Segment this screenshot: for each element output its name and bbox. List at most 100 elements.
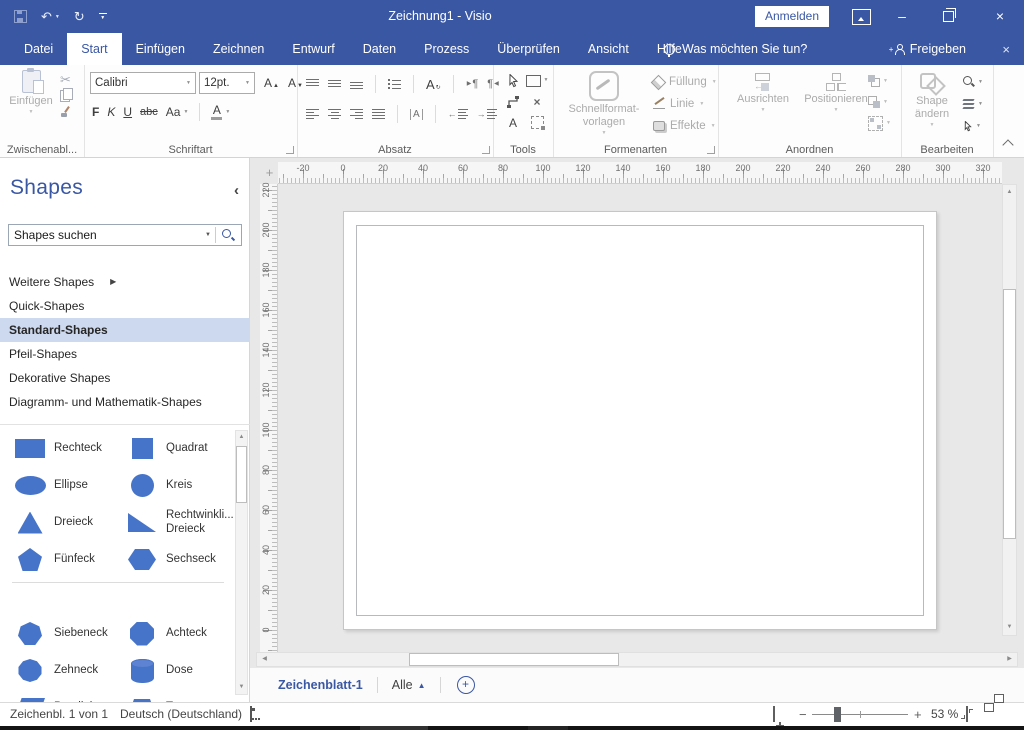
connection-point-tool-icon[interactable]: × [533, 96, 540, 108]
paste-button[interactable]: Einfügen ▼ [6, 70, 56, 115]
stencil-section-diagramm-und-mathematik-shapes[interactable]: Diagramm- und Mathematik-Shapes [0, 390, 250, 414]
tab-ansicht[interactable]: Ansicht [574, 33, 643, 65]
share-button[interactable]: + Freigeben [894, 33, 966, 65]
shapes-search-input[interactable] [9, 228, 201, 242]
shape-item-square[interactable]: Quadrat [118, 430, 230, 467]
align-middle-icon[interactable] [328, 79, 341, 89]
change-case-button[interactable]: Aa▼ [166, 106, 189, 118]
grow-font-button[interactable]: A▲ [264, 77, 279, 89]
position-button[interactable]: Positionieren ▼ [798, 73, 874, 113]
shape-item-octagon[interactable]: Achteck [118, 615, 230, 652]
tab-datei[interactable]: Datei [10, 33, 67, 65]
align-bottom-icon[interactable] [350, 79, 363, 89]
panel-scrollbar[interactable]: ▲ ▼ [235, 430, 248, 695]
text-tool-icon[interactable]: A [509, 117, 517, 129]
text-direction-ltr-icon[interactable]: ▶¶ [466, 79, 479, 90]
undo-button[interactable]: ↶ ▼ [41, 10, 60, 23]
tab-entwurf[interactable]: Entwurf [278, 33, 348, 65]
align-justify-icon[interactable] [372, 109, 385, 119]
collapse-ribbon-icon[interactable] [1002, 139, 1013, 150]
tab-daten[interactable]: Daten [349, 33, 410, 65]
font-color-button[interactable]: A ▼ [211, 104, 230, 120]
format-painter-icon[interactable] [60, 106, 72, 118]
fit-page-button[interactable] [966, 703, 968, 726]
tab-überprüfen[interactable]: Überprüfen [483, 33, 574, 65]
tabrow-close-icon[interactable]: × [1002, 33, 1010, 65]
align-left-icon[interactable] [306, 109, 319, 119]
select-button[interactable]: ▼ [963, 118, 983, 134]
vertical-text-icon[interactable]: A [410, 109, 423, 120]
stencil-section-standard-shapes[interactable]: Standard-Shapes [0, 318, 250, 342]
decrease-indent-icon[interactable]: ← [448, 109, 468, 119]
customize-qat-button[interactable]: ▼ [99, 13, 107, 21]
shape-item-cylinder[interactable]: Dose [118, 652, 230, 689]
panel-scrollbar-thumb[interactable] [236, 446, 247, 503]
shape-item-triangle[interactable]: Dreieck [6, 504, 118, 541]
tab-start[interactable]: Start [67, 33, 121, 65]
horizontal-scrollbar[interactable]: ◀ ▶ [256, 652, 1018, 667]
tab-prozess[interactable]: Prozess [410, 33, 483, 65]
scroll-down-icon[interactable]: ▼ [1003, 620, 1016, 635]
shape-item-ellipse[interactable]: Ellipse [6, 467, 118, 504]
save-icon[interactable] [14, 10, 27, 23]
vertical-scrollbar[interactable]: ▲ ▼ [1002, 184, 1017, 636]
find-button[interactable]: ▼ [963, 74, 983, 90]
rectangle-tool-button[interactable]: ▼ [526, 75, 549, 87]
tab-zeichnen[interactable]: Zeichnen [199, 33, 278, 65]
shape-item-circle[interactable]: Kreis [118, 467, 230, 504]
stencil-section-dekorative-shapes[interactable]: Dekorative Shapes [0, 366, 250, 390]
group-shapes-button[interactable]: ▼ [868, 115, 891, 131]
page-filter-button[interactable]: Alle ▲ [392, 678, 426, 692]
restore-button[interactable] [926, 0, 970, 32]
font-name-combo[interactable]: Calibri ▼ [90, 72, 196, 94]
search-icon[interactable] [222, 229, 235, 242]
align-top-icon[interactable] [306, 79, 319, 89]
bold-button[interactable]: F [92, 106, 99, 118]
presentation-mode-button[interactable] [773, 703, 775, 726]
fill-button[interactable]: Füllung▼ [653, 72, 717, 92]
shape-transform-tool-icon[interactable] [531, 116, 544, 129]
effects-button[interactable]: Effekte▼ [653, 116, 717, 136]
scroll-up-icon[interactable]: ▲ [1003, 185, 1016, 200]
strikethrough-button[interactable]: abc [140, 107, 158, 118]
shapes-search-box[interactable]: ▼ [8, 224, 242, 246]
zoom-out-button[interactable]: − [799, 703, 807, 726]
scroll-up-icon[interactable]: ▲ [236, 431, 247, 444]
scroll-left-icon[interactable]: ◀ [257, 653, 272, 666]
language-status[interactable]: Deutsch (Deutschland) [120, 703, 242, 726]
send-backward-button[interactable]: ▼ [868, 94, 891, 110]
page-tab[interactable]: Zeichenblatt-1 [278, 678, 363, 692]
align-center-icon[interactable] [328, 109, 341, 119]
copy-icon[interactable] [60, 90, 70, 102]
font-size-combo[interactable]: 12pt. ▼ [199, 72, 255, 94]
zoom-slider-track[interactable] [812, 714, 908, 715]
align-button[interactable]: ← Ausrichten ▼ [730, 73, 796, 113]
scroll-right-icon[interactable]: ▶ [1002, 653, 1017, 666]
zoom-in-button[interactable]: + [914, 703, 922, 726]
undo-caret-icon[interactable]: ▼ [55, 14, 60, 20]
shape-item-heptagon[interactable]: Siebeneck [6, 615, 118, 652]
shape-item-rect[interactable]: Rechteck [6, 430, 118, 467]
zoom-slider-thumb[interactable] [834, 707, 841, 722]
italic-button[interactable]: K [107, 106, 115, 118]
horizontal-scrollbar-thumb[interactable] [409, 653, 619, 666]
drawing-page[interactable] [343, 211, 937, 630]
connector-tool-icon[interactable] [506, 95, 520, 108]
drawing-canvas[interactable] [278, 184, 1002, 652]
collapse-panel-icon[interactable]: ‹ [234, 182, 239, 199]
page-count-status[interactable]: Zeichenbl. 1 von 1 [10, 703, 108, 726]
shape-item-pentagon[interactable]: Fünfeck [6, 541, 118, 578]
shape-item-decagon[interactable]: Zehneck [6, 652, 118, 689]
sign-in-button[interactable]: Anmelden [755, 6, 829, 27]
bullets-icon[interactable] [388, 79, 401, 89]
pointer-tool-icon[interactable] [507, 74, 520, 88]
tab-einfügen[interactable]: Einfügen [122, 33, 199, 65]
shape-item-hexagon[interactable]: Sechseck [118, 541, 230, 578]
clear-formatting-icon[interactable]: A↻ [426, 78, 441, 91]
layers-button[interactable]: ▼ [963, 96, 983, 112]
redo-icon[interactable]: ↻ [74, 10, 85, 23]
macro-record-button[interactable] [250, 703, 252, 726]
zoom-level[interactable]: 53 % [931, 703, 958, 726]
ribbon-display-options-icon[interactable] [852, 9, 871, 25]
shape-item-right-triangle[interactable]: Rechtwinkli... Dreieck [118, 504, 230, 541]
